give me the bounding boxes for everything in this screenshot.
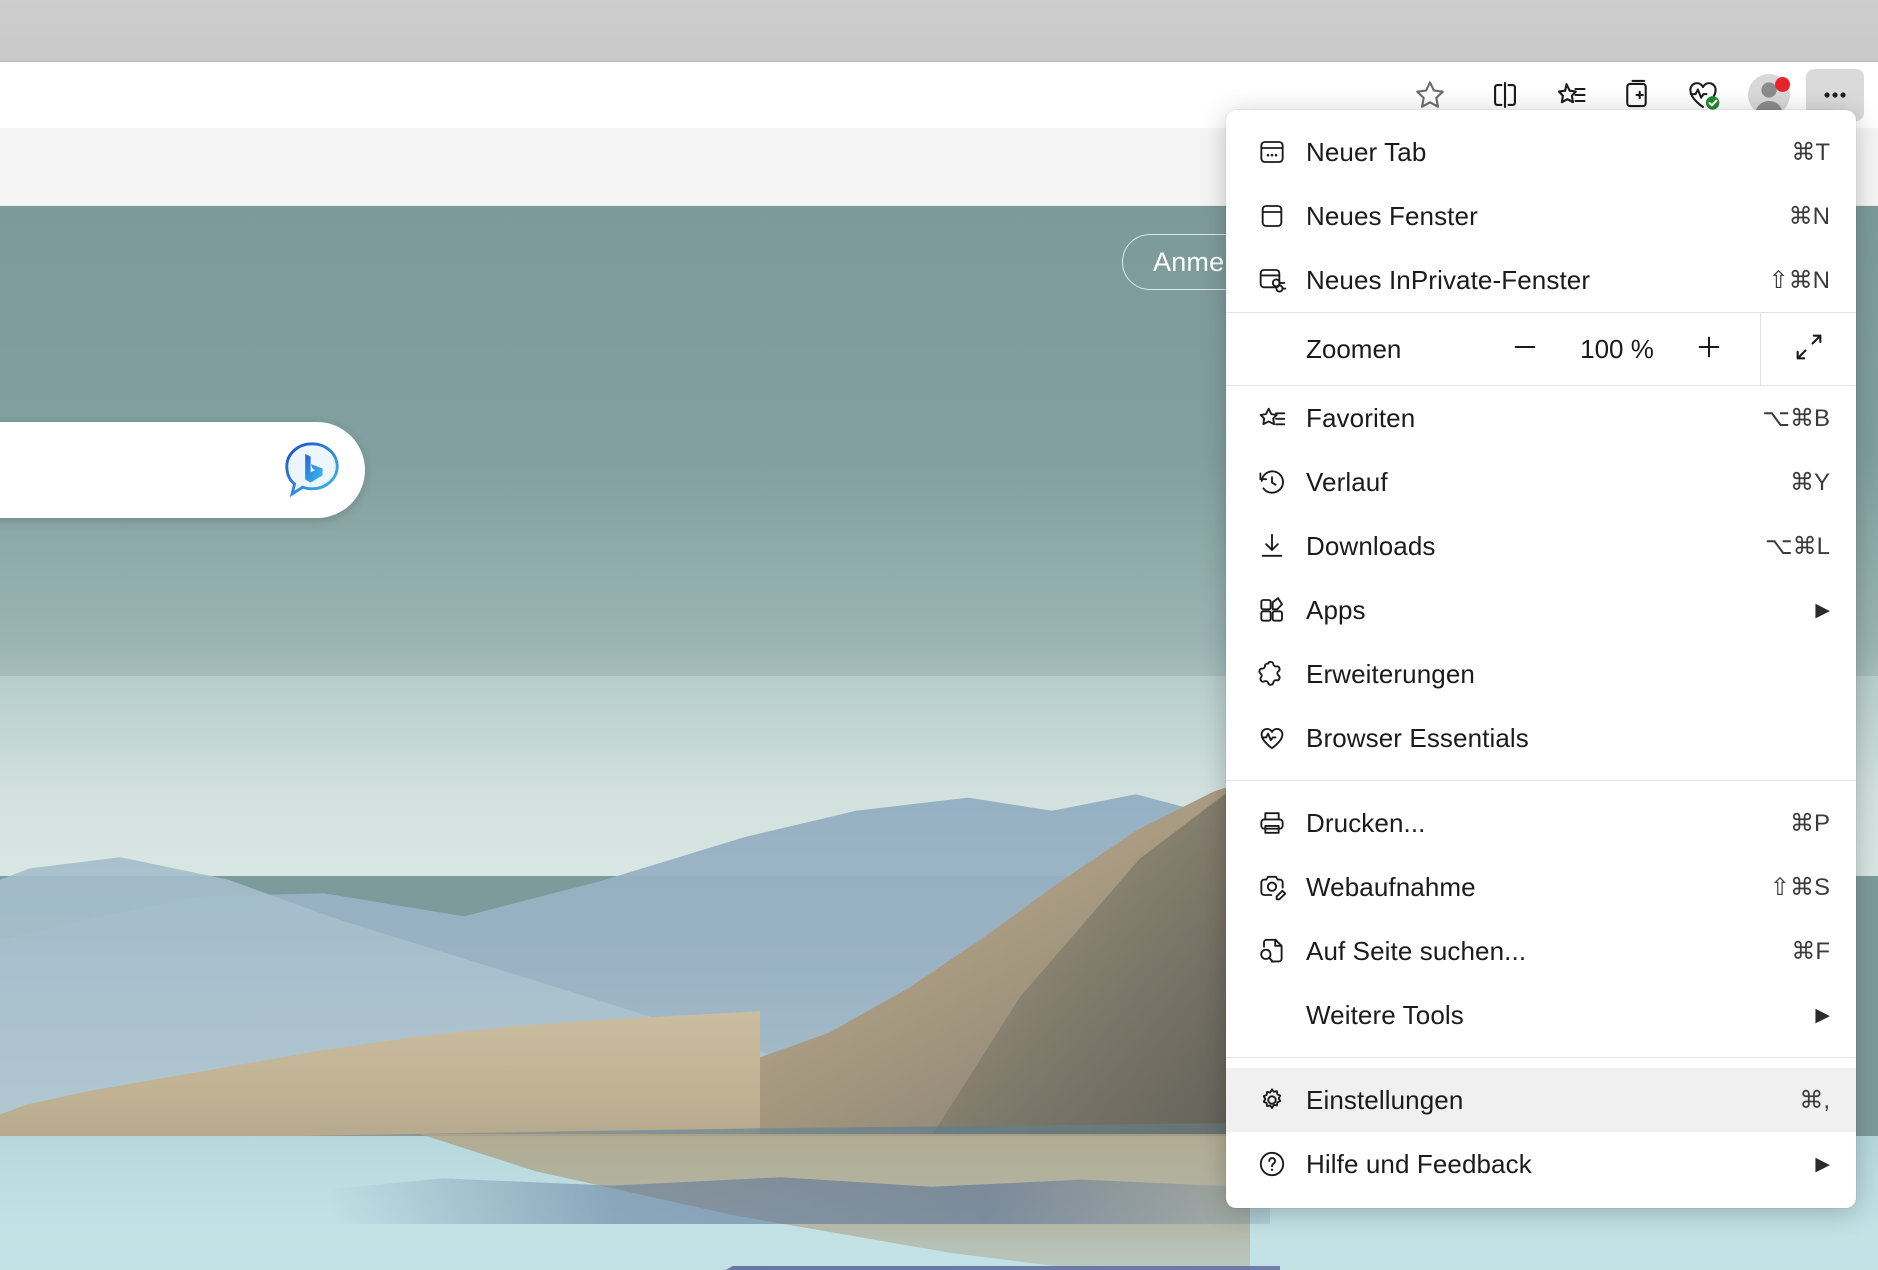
window-titlebar: [0, 0, 1878, 62]
history-clock-icon: [1256, 466, 1306, 498]
profile-notification-dot: [1775, 77, 1790, 92]
collections-add-icon: [1619, 77, 1655, 113]
menu-item-label: Browser Essentials: [1306, 722, 1529, 753]
menu-item-label: Einstellungen: [1306, 1084, 1464, 1115]
menu-item-shortcut: ⌘Y: [1789, 468, 1830, 496]
menu-item-shortcut: ⇧⌘N: [1768, 266, 1830, 294]
new-tab-icon: [1256, 136, 1306, 168]
menu-item-print[interactable]: Drucken... ⌘P: [1226, 791, 1856, 855]
web-capture-icon: [1256, 871, 1306, 903]
plus-icon: [1693, 331, 1725, 368]
menu-item-favorites[interactable]: Favoriten ⌥⌘B: [1226, 386, 1856, 450]
menu-item-shortcut: ⌥⌘B: [1762, 404, 1830, 432]
chevron-right-icon: ▶: [1815, 599, 1830, 621]
menu-item-label: Weitere Tools: [1306, 999, 1464, 1030]
menu-item-label: Favoriten: [1306, 402, 1416, 433]
menu-item-label: Apps: [1306, 594, 1366, 625]
favorites-star-list-icon: [1256, 402, 1306, 434]
chevron-right-icon: ▶: [1815, 1004, 1830, 1026]
favorites-star-list-icon: [1553, 77, 1589, 113]
menu-item-shortcut: ⌘T: [1791, 138, 1830, 166]
menu-item-label: Auf Seite suchen...: [1306, 935, 1527, 966]
menu-item-downloads[interactable]: Downloads ⌥⌘L: [1226, 514, 1856, 578]
zoom-out-button[interactable]: [1500, 324, 1550, 374]
printer-icon: [1256, 807, 1306, 839]
menu-item-new-tab[interactable]: Neuer Tab ⌘T: [1226, 120, 1856, 184]
menu-item-label: Neues Fenster: [1306, 200, 1478, 231]
menu-item-browser-essentials[interactable]: Browser Essentials: [1226, 706, 1856, 770]
menu-item-label: Hilfe und Feedback: [1306, 1148, 1532, 1179]
menu-item-extensions[interactable]: Erweiterungen: [1226, 642, 1856, 706]
extensions-puzzle-icon: [1256, 658, 1306, 690]
menu-item-shortcut: ⇧⌘S: [1769, 873, 1830, 901]
menu-item-more-tools[interactable]: Weitere Tools ▶: [1226, 983, 1856, 1047]
new-window-icon: [1256, 200, 1306, 232]
menu-divider: [1226, 780, 1856, 781]
apps-grid-icon: [1256, 594, 1306, 626]
minus-icon: [1509, 331, 1541, 368]
bing-chat-icon[interactable]: [281, 439, 343, 501]
menu-item-shortcut: ⌘N: [1788, 202, 1830, 230]
menu-divider: [1226, 1057, 1856, 1058]
menu-item-new-window[interactable]: Neues Fenster ⌘N: [1226, 184, 1856, 248]
menu-item-label: Drucken...: [1306, 807, 1426, 838]
menu-item-shortcut: ⌘P: [1789, 809, 1830, 837]
browser-window: Anmelden Neuer Tab ⌘T Neues Fenster ⌘N N…: [0, 0, 1878, 1270]
menu-item-shortcut: ⌥⌘L: [1764, 532, 1830, 560]
inprivate-window-icon: [1256, 264, 1306, 296]
fullscreen-button[interactable]: [1760, 312, 1856, 386]
menu-item-history[interactable]: Verlauf ⌘Y: [1226, 450, 1856, 514]
download-arrow-icon: [1256, 530, 1306, 562]
menu-item-find-on-page[interactable]: Auf Seite suchen... ⌘F: [1226, 919, 1856, 983]
menu-item-label: Neuer Tab: [1306, 136, 1427, 167]
menu-item-new-inprivate-window[interactable]: Neues InPrivate-Fenster ⇧⌘N: [1226, 248, 1856, 312]
heartbeat-check-icon: [1684, 76, 1722, 114]
browser-settings-menu: Neuer Tab ⌘T Neues Fenster ⌘N Neues InPr…: [1226, 110, 1856, 1208]
chevron-right-icon: ▶: [1815, 1153, 1830, 1175]
menu-item-label: Downloads: [1306, 530, 1436, 561]
star-outline-icon: [1412, 77, 1448, 113]
heartbeat-icon: [1256, 722, 1306, 754]
menu-item-help-feedback[interactable]: Hilfe und Feedback ▶: [1226, 1132, 1856, 1196]
gear-icon: [1256, 1084, 1306, 1116]
menu-item-label: Neues InPrivate-Fenster: [1306, 264, 1591, 295]
split-screen-icon: [1488, 78, 1522, 112]
help-circle-icon: [1256, 1148, 1306, 1180]
search-box[interactable]: [0, 422, 365, 518]
menu-item-web-capture[interactable]: Webaufnahme ⇧⌘S: [1226, 855, 1856, 919]
menu-item-apps[interactable]: Apps ▶: [1226, 578, 1856, 642]
menu-item-settings[interactable]: Einstellungen ⌘,: [1226, 1068, 1856, 1132]
menu-item-label: Webaufnahme: [1306, 871, 1476, 902]
zoom-in-button[interactable]: [1684, 324, 1734, 374]
fullscreen-arrows-icon: [1792, 330, 1826, 369]
find-on-page-icon: [1256, 935, 1306, 967]
zoom-label: Zoomen: [1306, 333, 1402, 364]
menu-item-label: Erweiterungen: [1306, 658, 1475, 689]
menu-item-label: Verlauf: [1306, 466, 1388, 497]
ellipsis-icon: [1817, 77, 1853, 113]
zoom-row: Zoomen 100 %: [1226, 312, 1856, 386]
menu-item-shortcut: ⌘,: [1799, 1086, 1830, 1114]
zoom-value: 100 %: [1580, 333, 1654, 364]
menu-item-shortcut: ⌘F: [1791, 937, 1830, 965]
zoom-controls: 100 %: [1401, 324, 1760, 374]
